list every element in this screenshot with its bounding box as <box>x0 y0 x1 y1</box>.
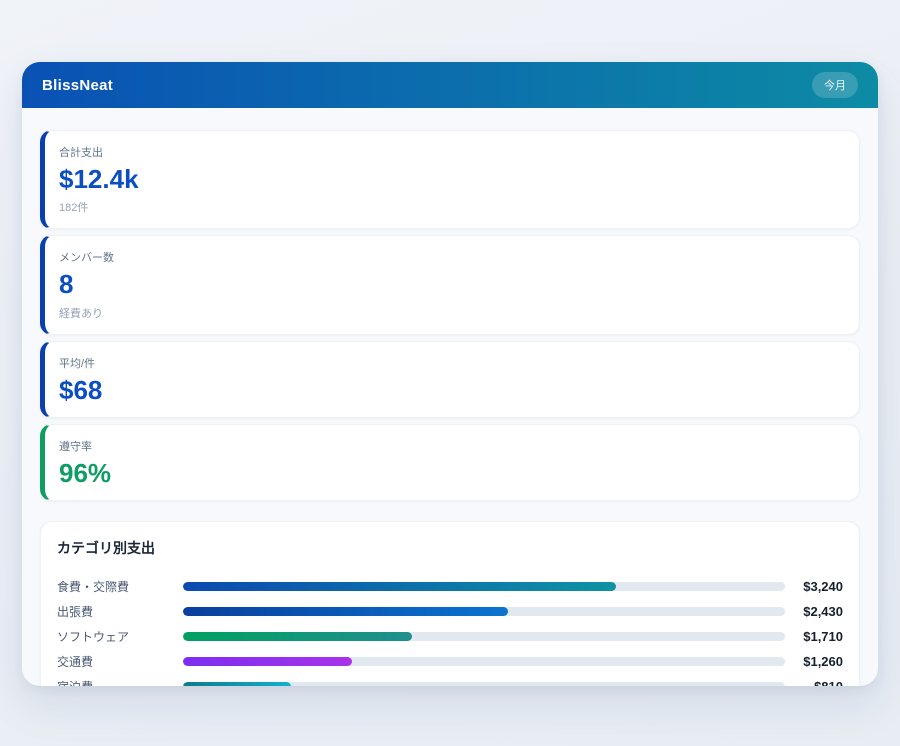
category-bar-track <box>183 682 785 686</box>
category-value: $810 <box>791 679 843 686</box>
category-bar-track <box>183 607 785 616</box>
app-header: BlissNeat 今月 <box>22 62 878 108</box>
stat-label: 遵守率 <box>59 438 841 454</box>
page-background: BlissNeat 今月 合計支出 $12.4k 182件 メンバー数 8 経費… <box>0 0 900 746</box>
category-bar-track <box>183 632 785 641</box>
category-bar-fill <box>183 607 508 616</box>
category-label: 出張費 <box>57 603 177 620</box>
stat-value: $12.4k <box>59 166 841 193</box>
stat-subtext: 経費あり <box>59 305 841 321</box>
category-bar-track <box>183 582 785 591</box>
category-label: ソフトウェア <box>57 628 177 645</box>
stat-label: メンバー数 <box>59 249 841 265</box>
category-bar-track <box>183 657 785 666</box>
category-bar-fill <box>183 682 291 686</box>
stat-subtext: 182件 <box>59 199 841 215</box>
category-value: $2,430 <box>791 604 843 619</box>
category-row: 交通費 $1,260 <box>57 649 843 674</box>
stat-value: $68 <box>59 377 841 404</box>
category-row: 出張費 $2,430 <box>57 599 843 624</box>
stat-value: 8 <box>59 271 841 298</box>
category-value: $1,260 <box>791 654 843 669</box>
category-row: 食費・交際費 $3,240 <box>57 574 843 599</box>
stat-card: 遵守率 96% <box>40 424 860 501</box>
category-spending-card: カテゴリ別支出 食費・交際費 $3,240 出張費 $2,430 ソフトウェア … <box>40 521 860 686</box>
stat-value: 96% <box>59 460 841 487</box>
category-value: $1,710 <box>791 629 843 644</box>
category-value: $3,240 <box>791 579 843 594</box>
stat-card: メンバー数 8 経費あり <box>40 235 860 334</box>
category-section-title: カテゴリ別支出 <box>57 538 843 558</box>
dashboard-content: 合計支出 $12.4k 182件 メンバー数 8 経費あり 平均/件 $68 遵… <box>22 108 878 686</box>
app-title: BlissNeat <box>42 77 113 94</box>
category-row: 宿泊費 $810 <box>57 674 843 686</box>
category-row: ソフトウェア $1,710 <box>57 624 843 649</box>
period-badge[interactable]: 今月 <box>812 72 858 98</box>
stat-label: 平均/件 <box>59 355 841 371</box>
stat-label: 合計支出 <box>59 144 841 160</box>
category-bar-fill <box>183 632 412 641</box>
dashboard-panel: BlissNeat 今月 合計支出 $12.4k 182件 メンバー数 8 経費… <box>22 62 878 686</box>
stat-card: 平均/件 $68 <box>40 341 860 418</box>
category-bar-fill <box>183 582 616 591</box>
category-label: 交通費 <box>57 653 177 670</box>
stat-card-list: 合計支出 $12.4k 182件 メンバー数 8 経費あり 平均/件 $68 遵… <box>40 130 860 501</box>
category-label: 食費・交際費 <box>57 578 177 595</box>
category-bar-fill <box>183 657 352 666</box>
stat-card: 合計支出 $12.4k 182件 <box>40 130 860 229</box>
category-row-list: 食費・交際費 $3,240 出張費 $2,430 ソフトウェア $1,710 交… <box>57 574 843 686</box>
category-label: 宿泊費 <box>57 678 177 686</box>
